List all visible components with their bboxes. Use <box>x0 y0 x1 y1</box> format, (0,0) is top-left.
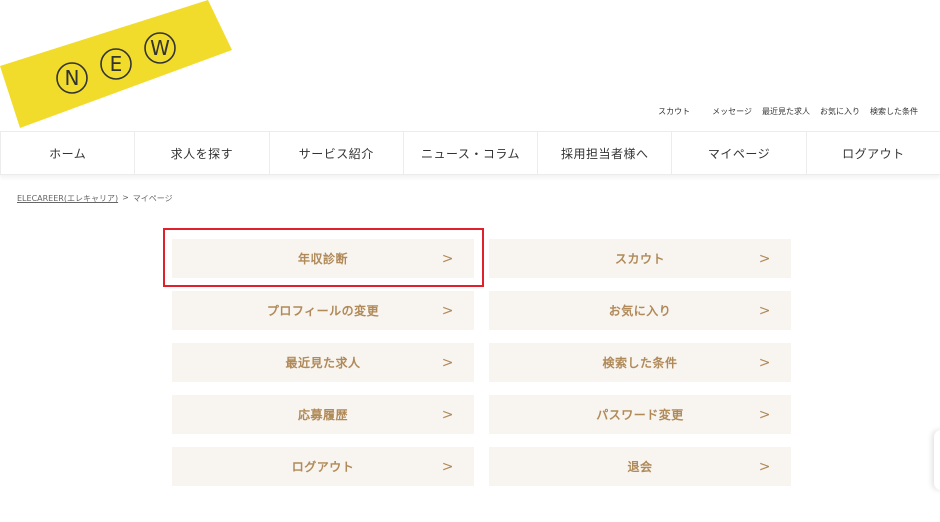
nav-mypage[interactable]: マイページ <box>671 132 805 174</box>
nav-logout[interactable]: ログアウト <box>805 132 940 174</box>
breadcrumb: ELECAREER(エレキャリア) > マイページ <box>17 193 173 204</box>
menu-password-change[interactable]: パスワード変更 > <box>489 395 791 434</box>
menu-application-history[interactable]: 応募履歴 > <box>172 395 474 434</box>
chevron-right-icon: > <box>441 250 454 267</box>
nav-home[interactable]: ホーム <box>0 132 134 174</box>
menu-profile-edit[interactable]: プロフィールの変更 > <box>172 291 474 330</box>
breadcrumb-current: マイページ <box>132 194 173 203</box>
nav-service[interactable]: サービス紹介 <box>268 132 403 174</box>
breadcrumb-home-link[interactable]: ELECAREER(エレキャリア) <box>17 193 118 204</box>
chevron-right-icon: > <box>758 250 771 267</box>
chevron-right-icon: > <box>758 302 771 319</box>
menu-label: 応募履歴 <box>297 408 348 422</box>
menu-saved-searches[interactable]: 検索した条件 > <box>489 343 791 382</box>
util-link-message[interactable]: メッセージ <box>712 106 752 117</box>
menu-label: プロフィールの変更 <box>266 304 380 318</box>
chevron-right-icon: > <box>441 354 454 371</box>
ribbon-letter-e: E <box>110 52 123 76</box>
global-nav: ホーム 求人を探す サービス紹介 ニュース・コラム 採用担当者様へ マイページ … <box>0 131 940 175</box>
nav-news-column[interactable]: ニュース・コラム <box>402 132 537 174</box>
ribbon-letter-w: W <box>150 36 170 60</box>
ribbon-letter-n: N <box>65 66 80 90</box>
util-link-favorites[interactable]: お気に入り <box>820 106 860 117</box>
menu-label: パスワード変更 <box>596 408 684 422</box>
chevron-right-icon: > <box>441 406 454 423</box>
nav-job-search[interactable]: 求人を探す <box>134 132 268 174</box>
menu-withdraw[interactable]: 退会 > <box>489 447 791 486</box>
chevron-right-icon: > <box>758 354 771 371</box>
chevron-right-icon: > <box>758 406 771 423</box>
util-link-recent[interactable]: 最近見た求人 <box>762 106 810 117</box>
menu-label: ログアウト <box>291 460 355 474</box>
new-ribbon: N E W <box>0 0 232 128</box>
chevron-right-icon: > <box>441 458 454 475</box>
menu-label: スカウト <box>614 252 665 266</box>
menu-label: 検索した条件 <box>602 356 678 370</box>
menu-label: お気に入り <box>608 304 672 318</box>
menu-label: 最近見た求人 <box>285 356 361 370</box>
util-link-saved-search[interactable]: 検索した条件 <box>870 106 918 117</box>
util-link-scout[interactable]: スカウト <box>658 106 690 117</box>
chevron-right-icon: > <box>441 302 454 319</box>
utility-nav: スカウト メッセージ 最近見た求人 お気に入り 検索した条件 <box>658 106 918 117</box>
menu-label: 年収診断 <box>297 252 348 266</box>
breadcrumb-separator: > <box>122 193 129 202</box>
menu-favorites[interactable]: お気に入り > <box>489 291 791 330</box>
nav-for-recruiters[interactable]: 採用担当者様へ <box>537 132 671 174</box>
floating-widget-edge[interactable] <box>934 430 940 490</box>
chevron-right-icon: > <box>758 458 771 475</box>
menu-recently-viewed[interactable]: 最近見た求人 > <box>172 343 474 382</box>
mypage-menu: 年収診断 > スカウト > プロフィールの変更 > お気に入り > 最近見た求人… <box>172 239 791 486</box>
menu-logout[interactable]: ログアウト > <box>172 447 474 486</box>
menu-label: 退会 <box>627 460 653 474</box>
menu-scout[interactable]: スカウト > <box>489 239 791 278</box>
menu-income-diagnosis[interactable]: 年収診断 > <box>172 239 474 278</box>
